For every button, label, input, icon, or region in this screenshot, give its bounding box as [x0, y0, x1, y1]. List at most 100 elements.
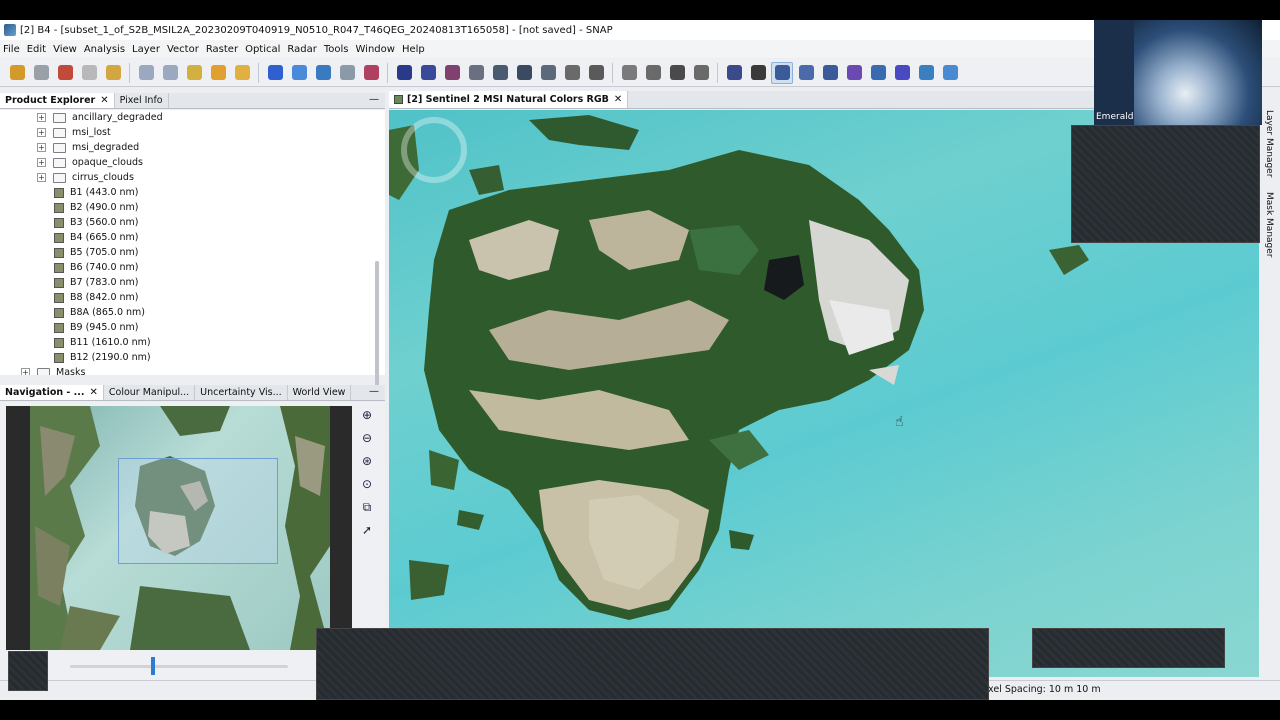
sync-cursor-icon[interactable]: ➚	[358, 521, 376, 539]
tab-layer-manager[interactable]: Layer Manager	[1264, 110, 1274, 177]
toolbar-tool-18-icon[interactable]	[441, 62, 463, 84]
toolbar-tool-4-icon[interactable]	[78, 62, 100, 84]
tree-folder-opaque-clouds[interactable]: + opaque_clouds	[37, 155, 143, 170]
toolbar-tool-19-icon[interactable]	[465, 62, 487, 84]
menu-tools[interactable]: Tools	[324, 44, 349, 55]
tree-folder-msi-lost[interactable]: + msi_lost	[37, 125, 111, 140]
expand-icon[interactable]: +	[37, 113, 46, 122]
tree-folder-msi-degraded[interactable]: + msi_degraded	[37, 140, 139, 155]
menu-vector[interactable]: Vector	[167, 44, 199, 55]
tree-band-b11[interactable]: B11 (1610.0 nm)	[54, 335, 151, 350]
menu-optical[interactable]: Optical	[245, 44, 280, 55]
menu-view[interactable]: View	[53, 44, 77, 55]
toolbar-tool-15-icon[interactable]	[360, 62, 382, 84]
minimize-icon[interactable]: —	[369, 94, 379, 105]
toolbar-tool-24-icon[interactable]	[585, 62, 607, 84]
tree-band-b6[interactable]: B6 (740.0 nm)	[54, 260, 139, 275]
toolbar-tool-3-icon[interactable]	[54, 62, 76, 84]
zoom-all-icon[interactable]: ⊙	[358, 475, 376, 493]
toolbar-tool-38-icon[interactable]	[939, 62, 961, 84]
tab-pixel-info[interactable]: Pixel Info	[115, 93, 169, 108]
toolbar-tool-31-icon[interactable]	[771, 61, 793, 84]
zoom-out-icon[interactable]: ⊖	[358, 429, 376, 447]
toolbar-tool-1-icon[interactable]	[6, 62, 28, 84]
menu-window[interactable]: Window	[356, 44, 395, 55]
close-icon[interactable]: ✕	[90, 387, 98, 398]
toolbar-tool-14-icon[interactable]	[336, 62, 358, 84]
toolbar-tool-26-icon[interactable]	[642, 62, 664, 84]
menu-help[interactable]: Help	[402, 44, 425, 55]
tab-mask-manager[interactable]: Mask Manager	[1264, 192, 1274, 258]
viewport-rectangle[interactable]	[118, 458, 278, 564]
tab-world-view[interactable]: World View	[288, 385, 352, 400]
menu-layer[interactable]: Layer	[132, 44, 160, 55]
toolbar-tool-10-icon[interactable]	[231, 62, 253, 84]
toolbar-tool-30-icon[interactable]	[747, 62, 769, 84]
close-icon[interactable]: ✕	[100, 95, 108, 106]
expand-icon[interactable]: +	[37, 128, 46, 137]
toolbar-tool-28-icon[interactable]	[690, 62, 712, 84]
tree-folder-masks[interactable]: + Masks	[21, 365, 85, 375]
occlusion-overlay	[1032, 628, 1225, 668]
menu-radar[interactable]: Radar	[287, 44, 316, 55]
tree-band-b3[interactable]: B3 (560.0 nm)	[54, 215, 139, 230]
tree-band-b8a[interactable]: B8A (865.0 nm)	[54, 305, 145, 320]
tree-band-b1[interactable]: B1 (443.0 nm)	[54, 185, 139, 200]
toolbar-tool-20-icon[interactable]	[489, 62, 511, 84]
zoom-slider-thumb[interactable]	[150, 657, 155, 675]
menu-raster[interactable]: Raster	[206, 44, 238, 55]
toolbar-tool-12-icon[interactable]	[288, 62, 310, 84]
expand-icon[interactable]: +	[37, 173, 46, 182]
toolbar-tool-11-icon[interactable]	[264, 62, 286, 84]
toolbar-tool-7-icon[interactable]	[159, 62, 181, 84]
tree-band-b8[interactable]: B8 (842.0 nm)	[54, 290, 139, 305]
toolbar-tool-16-icon[interactable]	[393, 62, 415, 84]
toolbar-tool-33-icon[interactable]	[819, 62, 841, 84]
sync-views-icon[interactable]: ⧉	[358, 498, 376, 516]
toolbar-tool-17-icon[interactable]	[417, 62, 439, 84]
tree-scrollbar[interactable]	[375, 261, 379, 386]
menu-edit[interactable]: Edit	[27, 44, 46, 55]
toolbar-tool-23-icon[interactable]	[561, 62, 583, 84]
tab-colour-manipulation[interactable]: Colour Manipul...	[104, 385, 196, 400]
tree-band-b5[interactable]: B5 (705.0 nm)	[54, 245, 139, 260]
tree-band-b2[interactable]: B2 (490.0 nm)	[54, 200, 139, 215]
expand-icon[interactable]: +	[37, 143, 46, 152]
toolbar-tool-6-icon[interactable]	[135, 62, 157, 84]
toolbar-tool-25-icon[interactable]	[618, 62, 640, 84]
toolbar-tool-21-icon[interactable]	[513, 62, 535, 84]
zoom-slider-track[interactable]	[70, 665, 288, 668]
tab-uncertainty-visualisation[interactable]: Uncertainty Vis...	[195, 385, 288, 400]
toolbar-tool-32-icon[interactable]	[795, 62, 817, 84]
zoom-in-icon[interactable]: ⊕	[358, 406, 376, 424]
tree-band-b12[interactable]: B12 (2190.0 nm)	[54, 350, 151, 365]
tree-band-b7[interactable]: B7 (783.0 nm)	[54, 275, 139, 290]
tree-folder-cirrus-clouds[interactable]: + cirrus_clouds	[37, 170, 134, 185]
tree-band-b9[interactable]: B9 (945.0 nm)	[54, 320, 139, 335]
tab-product-explorer[interactable]: Product Explorer ✕	[0, 93, 115, 108]
toolbar-tool-5-icon[interactable]	[102, 62, 124, 84]
close-icon[interactable]: ✕	[614, 94, 622, 105]
toolbar-tool-27-icon[interactable]	[666, 62, 688, 84]
tree-band-b4[interactable]: B4 (665.0 nm)	[54, 230, 139, 245]
minimize-icon[interactable]: —	[369, 386, 379, 397]
expand-icon[interactable]: +	[21, 368, 30, 375]
tree-folder-ancillary-degraded[interactable]: + ancillary_degraded	[37, 110, 163, 125]
toolbar-tool-35-icon[interactable]	[867, 62, 889, 84]
toolbar-tool-8-icon[interactable]	[183, 62, 205, 84]
tab-natural-colors-rgb[interactable]: [2] Sentinel 2 MSI Natural Colors RGB ✕	[389, 91, 629, 108]
menu-file[interactable]: File	[3, 44, 20, 55]
toolbar-tool-9-icon[interactable]	[207, 62, 229, 84]
toolbar-tool-2-icon[interactable]	[30, 62, 52, 84]
toolbar-tool-36-icon[interactable]	[891, 62, 913, 84]
toolbar-tool-22-icon[interactable]	[537, 62, 559, 84]
expand-icon[interactable]: +	[37, 158, 46, 167]
toolbar-tool-37-icon[interactable]	[915, 62, 937, 84]
toolbar-tool-29-icon[interactable]	[723, 62, 745, 84]
toolbar-tool-34-icon[interactable]	[843, 62, 865, 84]
menu-analysis[interactable]: Analysis	[84, 44, 125, 55]
tab-navigation[interactable]: Navigation - ... ✕	[0, 385, 104, 400]
toolbar-tool-13-icon[interactable]	[312, 62, 334, 84]
zoom-pixel-icon[interactable]: ⊛	[358, 452, 376, 470]
navigation-overview[interactable]	[6, 406, 352, 650]
